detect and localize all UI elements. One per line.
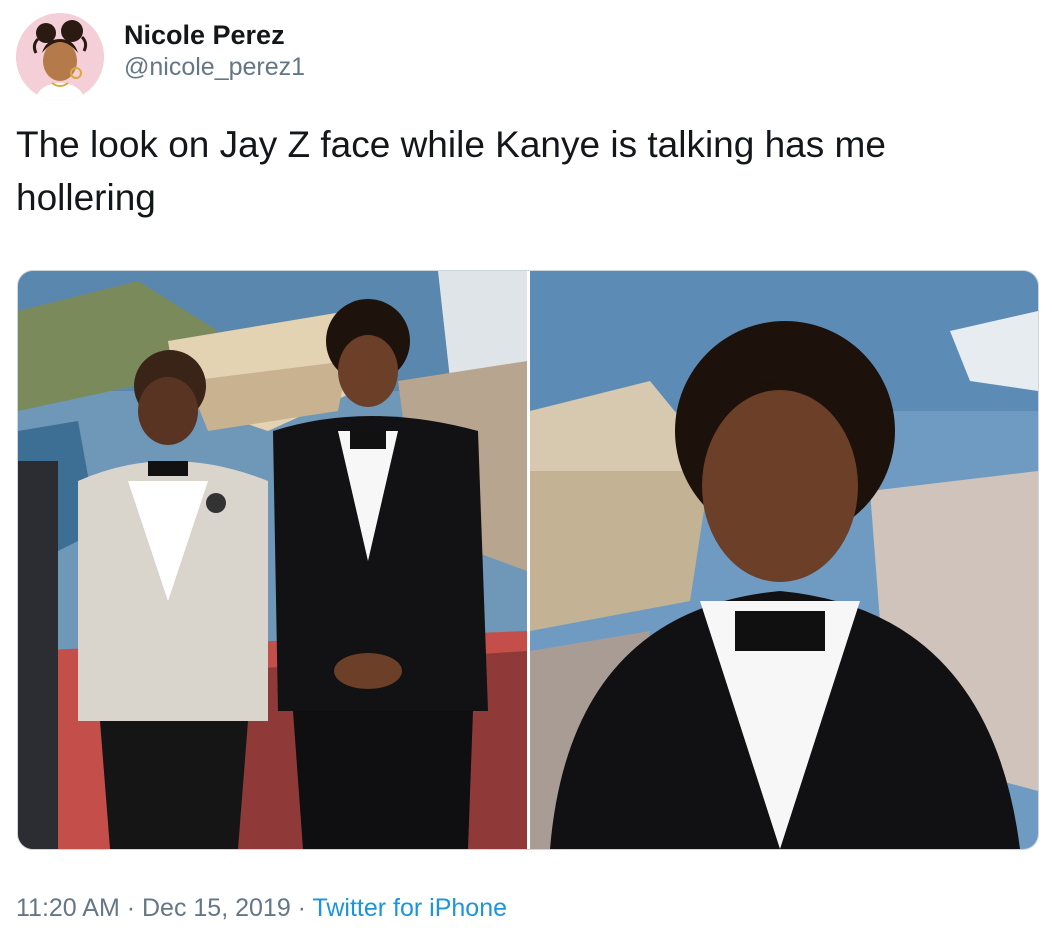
author-handle[interactable]: @nicole_perez1 bbox=[124, 52, 305, 82]
photo-man-closeup-tuxedo-icon bbox=[530, 271, 1038, 849]
photo-two-men-tuxedos-icon bbox=[18, 271, 527, 849]
tweet-text: The look on Jay Z face while Kanye is ta… bbox=[16, 124, 886, 218]
tweet-time[interactable]: 11:20 AM bbox=[16, 894, 120, 922]
author-display-name[interactable]: Nicole Perez bbox=[124, 18, 305, 52]
tweet-date[interactable]: Dec 15, 2019 bbox=[142, 894, 291, 922]
tweet-meta: 11:20 AM · Dec 15, 2019 · Twitter for iP… bbox=[16, 890, 507, 926]
tweet-header: Nicole Perez @nicole_perez1 bbox=[16, 12, 305, 102]
avatar-illustration-icon bbox=[16, 13, 104, 101]
media-photo-1[interactable] bbox=[18, 271, 527, 849]
tweet-card: Nicole Perez @nicole_perez1 The look on … bbox=[0, 0, 1052, 940]
tweet-source-link[interactable]: Twitter for iPhone bbox=[312, 894, 507, 922]
media-photo-2[interactable] bbox=[530, 271, 1038, 849]
avatar[interactable] bbox=[16, 13, 104, 101]
author-names: Nicole Perez @nicole_perez1 bbox=[124, 18, 305, 82]
meta-separator: · bbox=[119, 894, 142, 922]
tweet-media bbox=[17, 270, 1039, 850]
meta-separator: · bbox=[290, 894, 313, 922]
